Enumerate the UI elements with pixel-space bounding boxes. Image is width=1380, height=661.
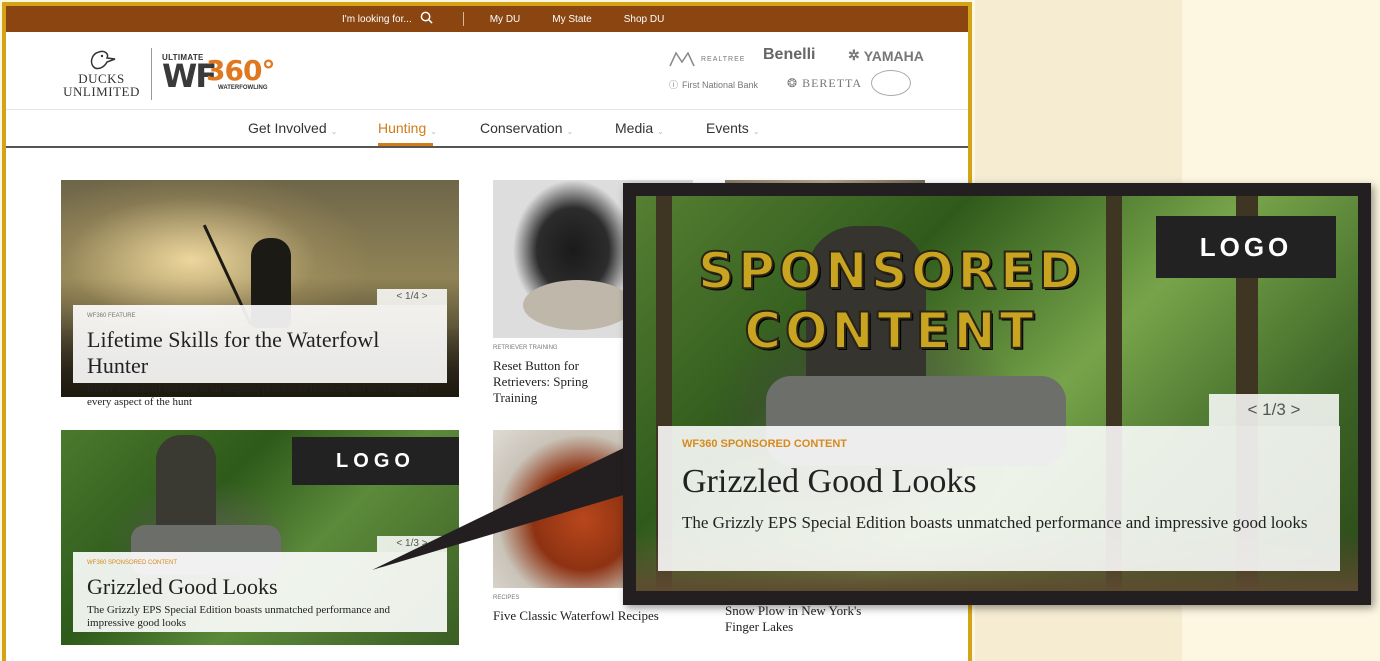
feature-pager[interactable]: < 1/4 > <box>377 289 447 305</box>
antler-icon <box>669 51 695 67</box>
chevron-down-icon: ⌄ <box>752 126 760 136</box>
wf360-logo[interactable]: ULTIMATE WF 360° WATERFOWLING <box>162 50 282 96</box>
link-my-du[interactable]: My DU <box>490 14 521 25</box>
sponsor-first-national-bank[interactable]: ⓘ First National Bank <box>669 78 758 91</box>
sponsored-card[interactable]: WF360 SPONSORED CONTENT Grizzled Good Lo… <box>73 552 447 632</box>
sponsor-benelli[interactable]: Benelli <box>763 46 815 64</box>
du-logo-line2: UNLIMITED <box>63 84 140 99</box>
ducks-unlimited-logo[interactable]: DUCKS UNLIMITED <box>54 46 149 108</box>
retriever-card[interactable]: RETRIEVER TRAINING Reset Button for Retr… <box>493 340 633 406</box>
decoy <box>523 280 633 330</box>
search-icon[interactable] <box>420 11 433 27</box>
nav-item-conservation[interactable]: Conservation ⌄ <box>480 120 573 136</box>
chevron-down-icon: ⌄ <box>430 126 437 136</box>
bank-icon: ⓘ <box>669 80 679 90</box>
retriever-title[interactable]: Reset Button for Retrievers: Spring Trai… <box>493 358 588 405</box>
zoom-title: Grizzled Good Looks <box>682 463 977 500</box>
zoom-sponsored-card: WF360 SPONSORED CONTENT Grizzled Good Lo… <box>658 426 1340 571</box>
main-nav: Get Involved ⌄ Hunting ⌄ Conservation ⌄ Med… <box>6 110 968 148</box>
chevron-down-icon: ⌄ <box>566 126 574 136</box>
duck-head-icon <box>90 50 115 70</box>
wf-waterfowling-text: WATERFOWLING <box>218 85 268 91</box>
chevron-down-icon: ⌄ <box>330 126 338 136</box>
search-label: I'm looking for... <box>342 13 412 25</box>
feature-card[interactable]: WF360 FEATURE Lifetime Skills for the Wa… <box>73 305 447 408</box>
sponsor-logo-placeholder[interactable]: LOGO <box>292 437 459 485</box>
zoomed-sponsored-image: LOGO SPONSORED CONTENT < 1/3 > WF360 SPO… <box>636 196 1358 591</box>
nav-item-get-involved[interactable]: Get Involved ⌄ <box>248 120 337 136</box>
sponsor-flyway-logo[interactable] <box>871 70 911 96</box>
site-header: DUCKS UNLIMITED ULTIMATE WF 360° WATERFO… <box>6 32 968 110</box>
zoom-logo-placeholder: LOGO <box>1156 216 1336 278</box>
sponsored-tag: WF360 SPONSORED CONTENT <box>87 560 178 566</box>
feature-desc: Better waterfowl hunting is an ongoing p… <box>87 383 428 408</box>
logo-divider <box>151 48 152 100</box>
nav-item-hunting[interactable]: Hunting ⌄ <box>378 120 437 136</box>
nav-item-media[interactable]: Media ⌄ <box>615 120 664 136</box>
sponsored-line2: CONTENT <box>743 301 1038 361</box>
link-my-state[interactable]: My State <box>552 14 591 25</box>
sponsored-line1: SPONSORED <box>697 241 1084 301</box>
zoom-desc: The Grizzly EPS Special Edition boasts u… <box>682 513 1308 532</box>
sponsor-beretta[interactable]: ❂ BERETTA <box>787 76 862 91</box>
sponsored-title[interactable]: Grizzled Good Looks <box>87 574 433 600</box>
active-nav-indicator <box>378 143 433 146</box>
zoom-tag: WF360 SPONSORED CONTENT <box>682 438 848 450</box>
wf-360-text: 360° <box>206 54 275 87</box>
link-shop-du[interactable]: Shop DU <box>624 14 665 25</box>
feature-title[interactable]: Lifetime Skills for the Waterfowl Hunter <box>87 327 433 379</box>
sponsored-content-label: SPONSORED CONTENT <box>676 241 1106 361</box>
utility-bar: I'm looking for... My DU My State Shop D… <box>6 6 968 32</box>
sponsor-yamaha[interactable]: ✲ YAMAHA <box>848 47 924 64</box>
recipes-title[interactable]: Five Classic Waterfowl Recipes <box>493 608 659 623</box>
site-search[interactable]: I'm looking for... <box>342 11 433 27</box>
nav-item-events[interactable]: Events ⌄ <box>706 120 760 136</box>
snow-card[interactable]: Snow Plow in New York's Finger Lakes <box>725 603 925 635</box>
retriever-tag: RETRIEVER TRAINING <box>493 345 558 351</box>
tuning-fork-icon: ✲ <box>848 47 860 63</box>
sponsored-pager[interactable]: < 1/3 > <box>377 536 447 552</box>
sponsored-desc: The Grizzly EPS Special Edition boasts u… <box>87 604 391 629</box>
zoomed-callout: LOGO SPONSORED CONTENT < 1/3 > WF360 SPO… <box>623 183 1371 605</box>
snow-title-line2[interactable]: Finger Lakes <box>725 619 925 635</box>
divider <box>462 12 464 26</box>
beretta-crest-icon: ❂ <box>787 76 799 90</box>
snow-title-line1[interactable]: Snow Plow in New York's <box>725 603 925 619</box>
sponsor-logos: REALTREE Benelli ✲ YAMAHA ⓘ First Nation… <box>661 46 924 106</box>
zoom-pager: < 1/3 > <box>1209 394 1339 426</box>
sponsor-realtree[interactable]: REALTREE <box>667 50 745 68</box>
chevron-down-icon: ⌄ <box>657 126 664 136</box>
feature-tag: WF360 FEATURE <box>87 313 136 319</box>
